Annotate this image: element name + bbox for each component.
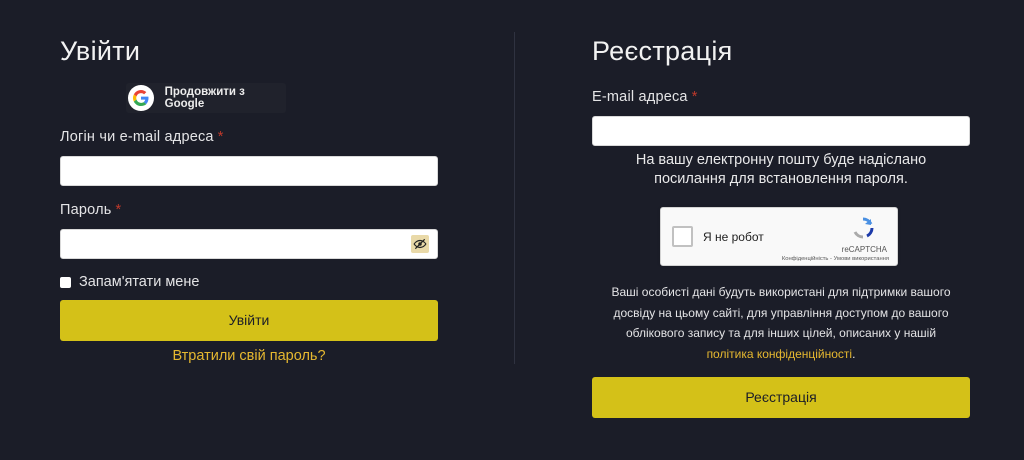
recaptcha-logo-icon bbox=[853, 217, 874, 239]
username-label: Логін чи e-mail адреса * bbox=[60, 129, 224, 145]
privacy-policy-link[interactable]: політика конфіденційності bbox=[707, 347, 853, 361]
lost-password-link[interactable]: Втратили свій пароль? bbox=[60, 348, 438, 364]
privacy-line: Ваші особисті дані будуть використані дл… bbox=[611, 285, 951, 299]
recaptcha-checkbox[interactable] bbox=[672, 226, 693, 247]
username-input[interactable] bbox=[60, 156, 438, 186]
eye-slash-icon[interactable] bbox=[411, 235, 429, 253]
google-button-label: Продовжити з Google bbox=[164, 86, 245, 110]
login-title: Увійти bbox=[60, 36, 141, 66]
email-note: На вашу електронну пошту буде надіслано … bbox=[592, 151, 970, 189]
required-mark: * bbox=[691, 89, 698, 105]
recaptcha-label: Я не робот bbox=[703, 230, 764, 244]
privacy-line: досвіду на цьому сайті, для управління д… bbox=[613, 305, 949, 320]
email-note-line: посилання для встановлення пароля. bbox=[654, 171, 908, 187]
email-label-text: E-mail адреса bbox=[592, 89, 688, 105]
password-input[interactable] bbox=[60, 229, 438, 259]
password-label: Пароль * bbox=[60, 202, 121, 218]
google-login-button[interactable]: Продовжити з Google bbox=[126, 83, 286, 113]
divider bbox=[514, 32, 515, 364]
password-label-text: Пароль bbox=[60, 202, 112, 218]
remember-me[interactable]: Запам'ятати мене bbox=[60, 274, 199, 290]
required-mark: * bbox=[115, 202, 122, 218]
google-icon bbox=[128, 85, 154, 111]
register-button[interactable]: Реєстрація bbox=[592, 377, 970, 418]
privacy-text: Ваші особисті дані будуть використані дл… bbox=[592, 282, 970, 364]
remember-label: Запам'ятати мене bbox=[79, 274, 200, 290]
remember-checkbox[interactable] bbox=[60, 276, 71, 288]
email-label: E-mail адреса * bbox=[592, 89, 698, 105]
recaptcha-widget: Я не робот reCAPTCHA Конфіденційність - … bbox=[660, 207, 898, 266]
privacy-line: політика конфіденційності. bbox=[592, 344, 970, 365]
privacy-line: облікового запису та для інших цілей, оп… bbox=[625, 326, 937, 340]
privacy-end: . bbox=[852, 346, 856, 361]
login-button[interactable]: Увійти bbox=[60, 300, 438, 341]
recaptcha-brand: reCAPTCHA bbox=[841, 245, 887, 254]
username-label-text: Логін чи e-mail адреса bbox=[60, 129, 214, 145]
register-title: Реєстрація bbox=[592, 36, 733, 66]
recaptcha-legal[interactable]: Конфіденційність - Умови використання bbox=[782, 256, 889, 262]
email-input[interactable] bbox=[592, 116, 970, 146]
email-note-line: На вашу електронну пошту буде надіслано bbox=[635, 152, 927, 168]
required-mark: * bbox=[217, 129, 224, 145]
